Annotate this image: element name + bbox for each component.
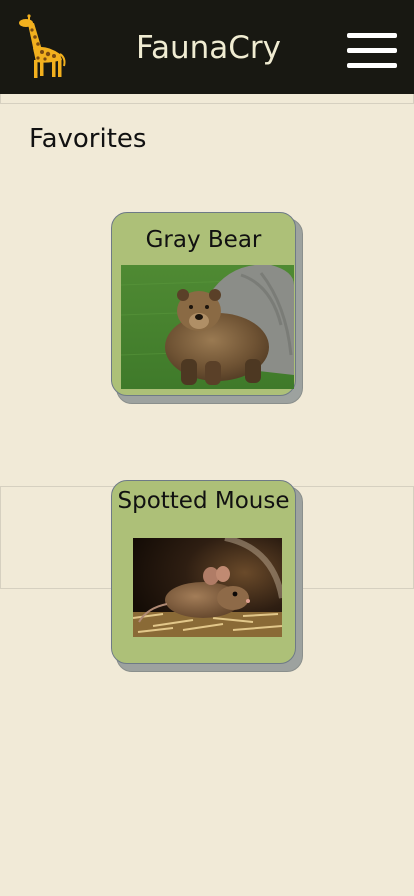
app-header: FaunaCry xyxy=(0,0,414,94)
card-title: Gray Bear xyxy=(145,227,262,253)
app-title: FaunaCry xyxy=(136,30,282,66)
favorite-card-gray-bear[interactable]: Gray Bear xyxy=(111,212,296,396)
card-title: Spotted Mouse xyxy=(117,488,290,514)
bear-photo[interactable] xyxy=(121,265,294,389)
header-divider-panel xyxy=(0,94,414,104)
menu-line xyxy=(347,33,397,38)
menu-line xyxy=(347,48,397,53)
giraffe-icon[interactable] xyxy=(16,14,68,80)
section-heading: Favorites xyxy=(29,124,147,154)
hamburger-menu-icon[interactable] xyxy=(344,30,400,74)
menu-line xyxy=(347,63,397,68)
favorite-card-spotted-mouse[interactable]: Spotted Mouse xyxy=(111,480,296,664)
mouse-photo[interactable] xyxy=(133,538,282,637)
